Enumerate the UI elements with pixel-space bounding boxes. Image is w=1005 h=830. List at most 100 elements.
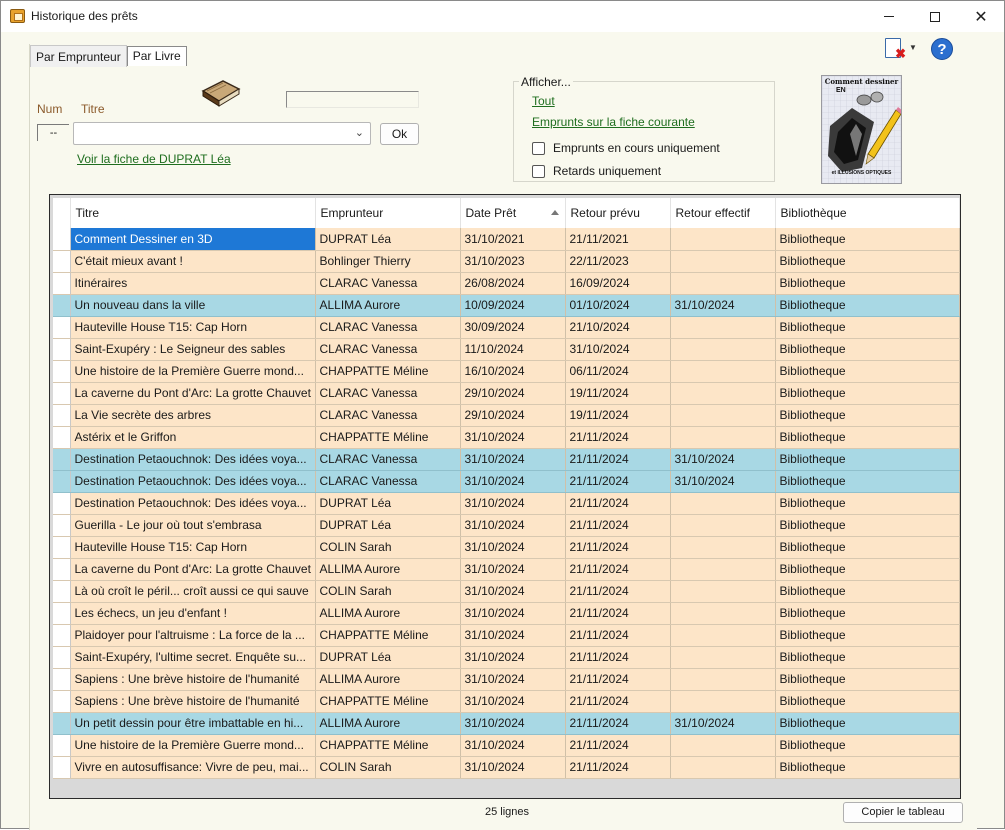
ok-button[interactable]: Ok [380,123,419,145]
table-row[interactable]: Destination Petaouchnok: Des idées voya.… [53,470,960,493]
cell-emprunteur[interactable]: DUPRAT Léa [315,646,461,669]
row-header[interactable] [53,382,71,405]
cell-retour-prevu[interactable]: 22/11/2023 [565,250,671,273]
cell-retour-effectif[interactable] [670,602,776,625]
cell-bibliotheque[interactable]: Bibliotheque [775,624,960,647]
cell-date-pret[interactable]: 31/10/2024 [460,712,566,735]
table-row[interactable]: Destination Petaouchnok: Des idées voya.… [53,448,960,471]
row-header[interactable] [53,294,71,317]
cell-bibliotheque[interactable]: Bibliotheque [775,690,960,713]
cell-retour-effectif[interactable] [670,316,776,339]
row-header[interactable] [53,316,71,339]
cell-titre[interactable]: Saint-Exupéry : Le Seigneur des sables [70,338,316,361]
table-row[interactable]: Un petit dessin pour être imbattable en … [53,712,960,735]
cell-date-pret[interactable]: 31/10/2024 [460,690,566,713]
cell-emprunteur[interactable]: CLARAC Vanessa [315,382,461,405]
cell-bibliotheque[interactable]: Bibliotheque [775,536,960,559]
cell-titre[interactable]: Destination Petaouchnok: Des idées voya.… [70,470,316,493]
row-header[interactable] [53,756,71,779]
cell-bibliotheque[interactable]: Bibliotheque [775,228,960,251]
loans-grid[interactable]: Titre Emprunteur Date Prêt Retour prévu … [49,194,961,799]
row-header[interactable] [53,228,71,251]
cell-date-pret[interactable]: 31/10/2024 [460,756,566,779]
cell-titre[interactable]: Guerilla - Le jour où tout s'embrasa [70,514,316,537]
cell-date-pret[interactable]: 29/10/2024 [460,382,566,405]
cell-retour-prevu[interactable]: 06/11/2024 [565,360,671,383]
cell-titre[interactable]: Là où croît le péril... croît aussi ce q… [70,580,316,603]
cell-retour-effectif[interactable]: 31/10/2024 [670,712,776,735]
cell-bibliotheque[interactable]: Bibliotheque [775,470,960,493]
cell-retour-prevu[interactable]: 19/11/2024 [565,404,671,427]
cell-titre[interactable]: Comment Dessiner en 3D [70,228,316,251]
row-header[interactable] [53,250,71,273]
minimize-button[interactable] [866,1,912,32]
cell-bibliotheque[interactable]: Bibliotheque [775,602,960,625]
cell-retour-prevu[interactable]: 21/11/2024 [565,624,671,647]
row-header[interactable] [53,558,71,581]
cell-retour-prevu[interactable]: 21/11/2024 [565,712,671,735]
cell-retour-prevu[interactable]: 21/11/2024 [565,602,671,625]
cell-retour-prevu[interactable]: 21/11/2024 [565,536,671,559]
cell-retour-effectif[interactable] [670,580,776,603]
cell-emprunteur[interactable]: DUPRAT Léa [315,492,461,515]
row-header[interactable] [53,690,71,713]
cell-emprunteur[interactable]: DUPRAT Léa [315,228,461,251]
cell-retour-effectif[interactable] [670,646,776,669]
cell-retour-effectif[interactable]: 31/10/2024 [670,470,776,493]
cell-retour-prevu[interactable]: 21/11/2024 [565,734,671,757]
cell-date-pret[interactable]: 31/10/2024 [460,492,566,515]
row-header[interactable] [53,734,71,757]
cell-bibliotheque[interactable]: Bibliotheque [775,756,960,779]
table-row[interactable]: Plaidoyer pour l'altruisme : La force de… [53,624,960,647]
en-cours-checkbox[interactable] [532,141,545,155]
cell-emprunteur[interactable]: ALLIMA Aurore [315,294,461,317]
cell-date-pret[interactable]: 31/10/2024 [460,602,566,625]
cell-emprunteur[interactable]: ALLIMA Aurore [315,602,461,625]
cell-emprunteur[interactable]: CHAPPATTE Méline [315,690,461,713]
cell-date-pret[interactable]: 31/10/2024 [460,624,566,647]
tout-link[interactable]: Tout [532,94,555,108]
cell-date-pret[interactable]: 31/10/2024 [460,448,566,471]
row-header[interactable] [53,426,71,449]
document-delete-icon[interactable]: ✖ [885,38,906,61]
cell-bibliotheque[interactable]: Bibliotheque [775,558,960,581]
retards-checkbox[interactable] [532,164,545,178]
cell-titre[interactable]: Un nouveau dans la ville [70,294,316,317]
cell-retour-effectif[interactable] [670,624,776,647]
table-row[interactable]: Itinéraires CLARAC Vanessa 26/08/2024 16/09… [53,272,960,295]
cell-retour-effectif[interactable] [670,558,776,581]
row-header[interactable] [53,646,71,669]
row-header[interactable] [53,624,71,647]
cell-emprunteur[interactable]: ALLIMA Aurore [315,668,461,691]
close-button[interactable]: ✕ [958,1,1004,32]
cell-retour-effectif[interactable] [670,756,776,779]
cell-bibliotheque[interactable]: Bibliotheque [775,646,960,669]
cell-retour-prevu[interactable]: 19/11/2024 [565,382,671,405]
table-row[interactable]: La Vie secrète des arbres CLARAC Vanessa 2… [53,404,960,427]
cell-retour-effectif[interactable] [670,514,776,537]
cell-bibliotheque[interactable]: Bibliotheque [775,360,960,383]
row-header[interactable] [53,360,71,383]
cell-retour-effectif[interactable] [670,426,776,449]
column-header-bibliotheque[interactable]: Bibliothèque [775,198,960,228]
cell-emprunteur[interactable]: CLARAC Vanessa [315,316,461,339]
cell-titre[interactable]: Destination Petaouchnok: Des idées voya.… [70,492,316,515]
cell-titre[interactable]: La caverne du Pont d'Arc: La grotte Chau… [70,382,316,405]
cell-retour-prevu[interactable]: 01/10/2024 [565,294,671,317]
cell-emprunteur[interactable]: COLIN Sarah [315,580,461,603]
cell-retour-prevu[interactable]: 21/11/2024 [565,514,671,537]
cell-retour-prevu[interactable]: 21/11/2024 [565,756,671,779]
cell-titre[interactable]: Destination Petaouchnok: Des idées voya.… [70,448,316,471]
table-row[interactable]: Destination Petaouchnok: Des idées voya.… [53,492,960,515]
cell-titre[interactable]: Une histoire de la Première Guerre mond.… [70,360,316,383]
table-row[interactable]: Astérix et le Griffon CHAPPATTE Méline 31/… [53,426,960,449]
cell-retour-prevu[interactable]: 21/11/2024 [565,470,671,493]
cell-titre[interactable]: Saint-Exupéry, l'ultime secret. Enquête … [70,646,316,669]
cell-date-pret[interactable]: 31/10/2024 [460,668,566,691]
cell-emprunteur[interactable]: Bohlinger Thierry [315,250,461,273]
cell-emprunteur[interactable]: CHAPPATTE Méline [315,624,461,647]
cell-retour-prevu[interactable]: 21/11/2024 [565,690,671,713]
cell-retour-prevu[interactable]: 21/11/2024 [565,580,671,603]
cell-retour-effectif[interactable] [670,360,776,383]
cell-retour-effectif[interactable] [670,382,776,405]
